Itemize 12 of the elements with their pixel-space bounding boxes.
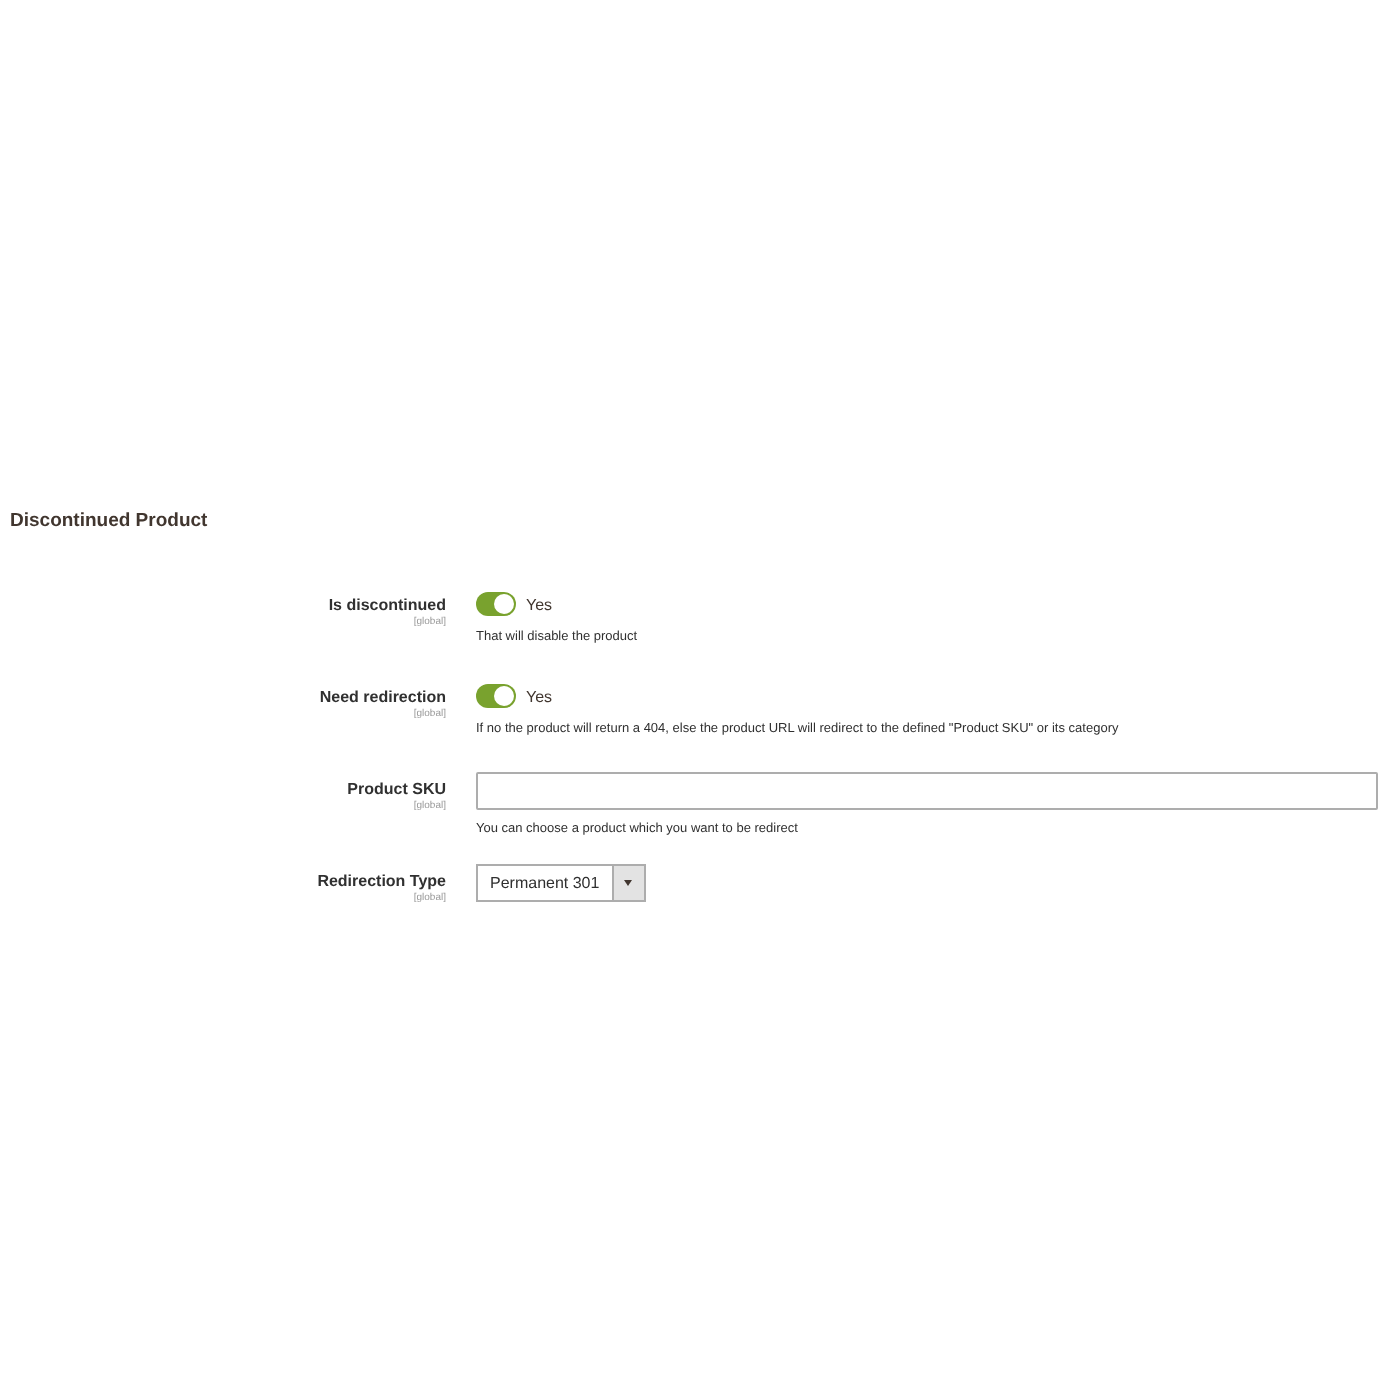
caret-icon <box>624 880 633 886</box>
field-label: Product SKU <box>347 780 446 798</box>
select-dropdown[interactable]: Permanent 301 <box>476 864 646 902</box>
input-field[interactable] <box>476 772 1378 810</box>
toggle-value: Yes <box>526 687 553 705</box>
section-title: Discontinued Product <box>10 510 208 532</box>
toggle-value: Yes <box>526 595 553 613</box>
toggle-switch[interactable] <box>476 684 516 708</box>
field-label: Is discontinued <box>328 596 446 614</box>
toggle-switch[interactable] <box>476 592 516 616</box>
field-label: Redirection Type <box>317 872 446 890</box>
field-label: Need redirection <box>319 688 446 706</box>
